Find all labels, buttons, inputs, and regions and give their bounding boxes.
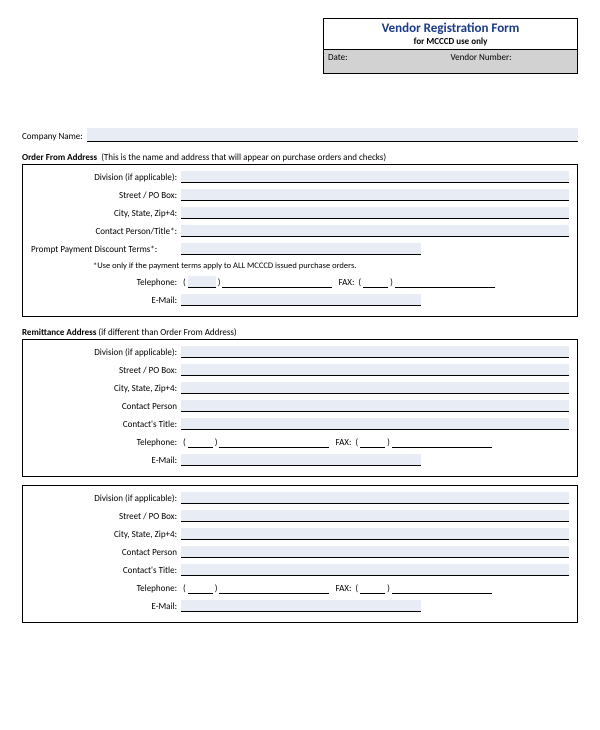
- rm-street-field[interactable]: [181, 364, 569, 376]
- rm-tel-area[interactable]: [188, 436, 213, 448]
- rm-email-label: E-Mail:: [31, 455, 181, 466]
- order-from-heading: Order From Address (This is the name and…: [22, 152, 578, 163]
- rm-fax-area[interactable]: [360, 436, 385, 448]
- order-from-note: (This is the name and address that will …: [101, 152, 386, 163]
- of-city-label: City, State, Zip+4:: [31, 208, 181, 219]
- t3-street-field[interactable]: [181, 510, 569, 522]
- t3-street-label: Street / PO Box:: [31, 511, 181, 522]
- form-title: Vendor Registration Form: [324, 19, 577, 36]
- of-division-label: Division (if applicable):: [31, 172, 181, 183]
- of-terms-note: *Use only if the payment terms apply to …: [93, 261, 569, 271]
- of-email-field[interactable]: [181, 294, 421, 306]
- t3-fax-area[interactable]: [360, 582, 385, 594]
- rm-division-label: Division (if applicable):: [31, 347, 181, 358]
- of-division-field[interactable]: [181, 171, 569, 183]
- rm-contact-person-field[interactable]: [181, 400, 569, 412]
- t3-contact-title-field[interactable]: [181, 564, 569, 576]
- t3-tel-number[interactable]: [219, 582, 329, 594]
- t3-fax-number[interactable]: [392, 582, 492, 594]
- of-street-field[interactable]: [181, 189, 569, 201]
- order-from-title: Order From Address: [22, 152, 97, 163]
- date-label: Date:: [328, 52, 451, 63]
- rm-telephone-label: Telephone:: [31, 437, 181, 448]
- of-tel-area[interactable]: [188, 276, 216, 288]
- t3-division-label: Division (if applicable):: [31, 493, 181, 504]
- of-street-label: Street / PO Box:: [31, 190, 181, 201]
- rm-contact-title-label: Contact's Title:: [31, 419, 181, 430]
- t3-city-field[interactable]: [181, 528, 569, 540]
- t3-tel-area[interactable]: [188, 582, 213, 594]
- remit-section: Division (if applicable): Street / PO Bo…: [22, 339, 578, 477]
- of-contact-field[interactable]: [181, 225, 569, 237]
- of-contact-label: Contact Person/Title*:: [31, 226, 181, 237]
- rm-fax-label: FAX:: [329, 437, 353, 448]
- vendor-number-label: Vendor Number:: [451, 52, 574, 63]
- rm-division-field[interactable]: [181, 346, 569, 358]
- of-fax-number[interactable]: [395, 276, 495, 288]
- third-section: Division (if applicable): Street / PO Bo…: [22, 485, 578, 623]
- remit-note: (if different than Order From Address): [98, 327, 236, 338]
- rm-city-field[interactable]: [181, 382, 569, 394]
- t3-contact-person-label: Contact Person: [31, 547, 181, 558]
- form-subtitle: for MCCCD use only: [324, 36, 577, 50]
- t3-city-label: City, State, Zip+4:: [31, 529, 181, 540]
- rm-email-field[interactable]: [181, 454, 421, 466]
- remit-heading: Remittance Address (if different than Or…: [22, 327, 578, 338]
- remit-title: Remittance Address: [22, 327, 96, 338]
- of-fax-label: FAX:: [332, 277, 356, 288]
- t3-contact-title-label: Contact's Title:: [31, 565, 181, 576]
- of-telephone-label: Telephone:: [31, 277, 181, 288]
- company-name-field[interactable]: [87, 128, 578, 142]
- of-terms-field[interactable]: [181, 243, 421, 255]
- of-email-label: E-Mail:: [31, 295, 181, 306]
- company-name-row: Company Name:: [22, 128, 578, 142]
- t3-email-label: E-Mail:: [31, 601, 181, 612]
- header-meta: Date: Vendor Number:: [324, 50, 577, 73]
- t3-contact-person-field[interactable]: [181, 546, 569, 558]
- of-fax-area[interactable]: [363, 276, 388, 288]
- rm-city-label: City, State, Zip+4:: [31, 383, 181, 394]
- t3-fax-label: FAX:: [329, 583, 353, 594]
- of-tel-number[interactable]: [222, 276, 332, 288]
- header-box: Vendor Registration Form for MCCCD use o…: [323, 18, 578, 74]
- order-from-section: Division (if applicable): Street / PO Bo…: [22, 164, 578, 317]
- rm-contact-person-label: Contact Person: [31, 401, 181, 412]
- rm-street-label: Street / PO Box:: [31, 365, 181, 376]
- t3-email-field[interactable]: [181, 600, 421, 612]
- of-terms-label: Prompt Payment Discount Terms*:: [31, 244, 181, 255]
- rm-fax-number[interactable]: [392, 436, 492, 448]
- rm-contact-title-field[interactable]: [181, 418, 569, 430]
- company-name-label: Company Name:: [22, 131, 87, 142]
- rm-tel-number[interactable]: [219, 436, 329, 448]
- t3-telephone-label: Telephone:: [31, 583, 181, 594]
- t3-division-field[interactable]: [181, 492, 569, 504]
- of-city-field[interactable]: [181, 207, 569, 219]
